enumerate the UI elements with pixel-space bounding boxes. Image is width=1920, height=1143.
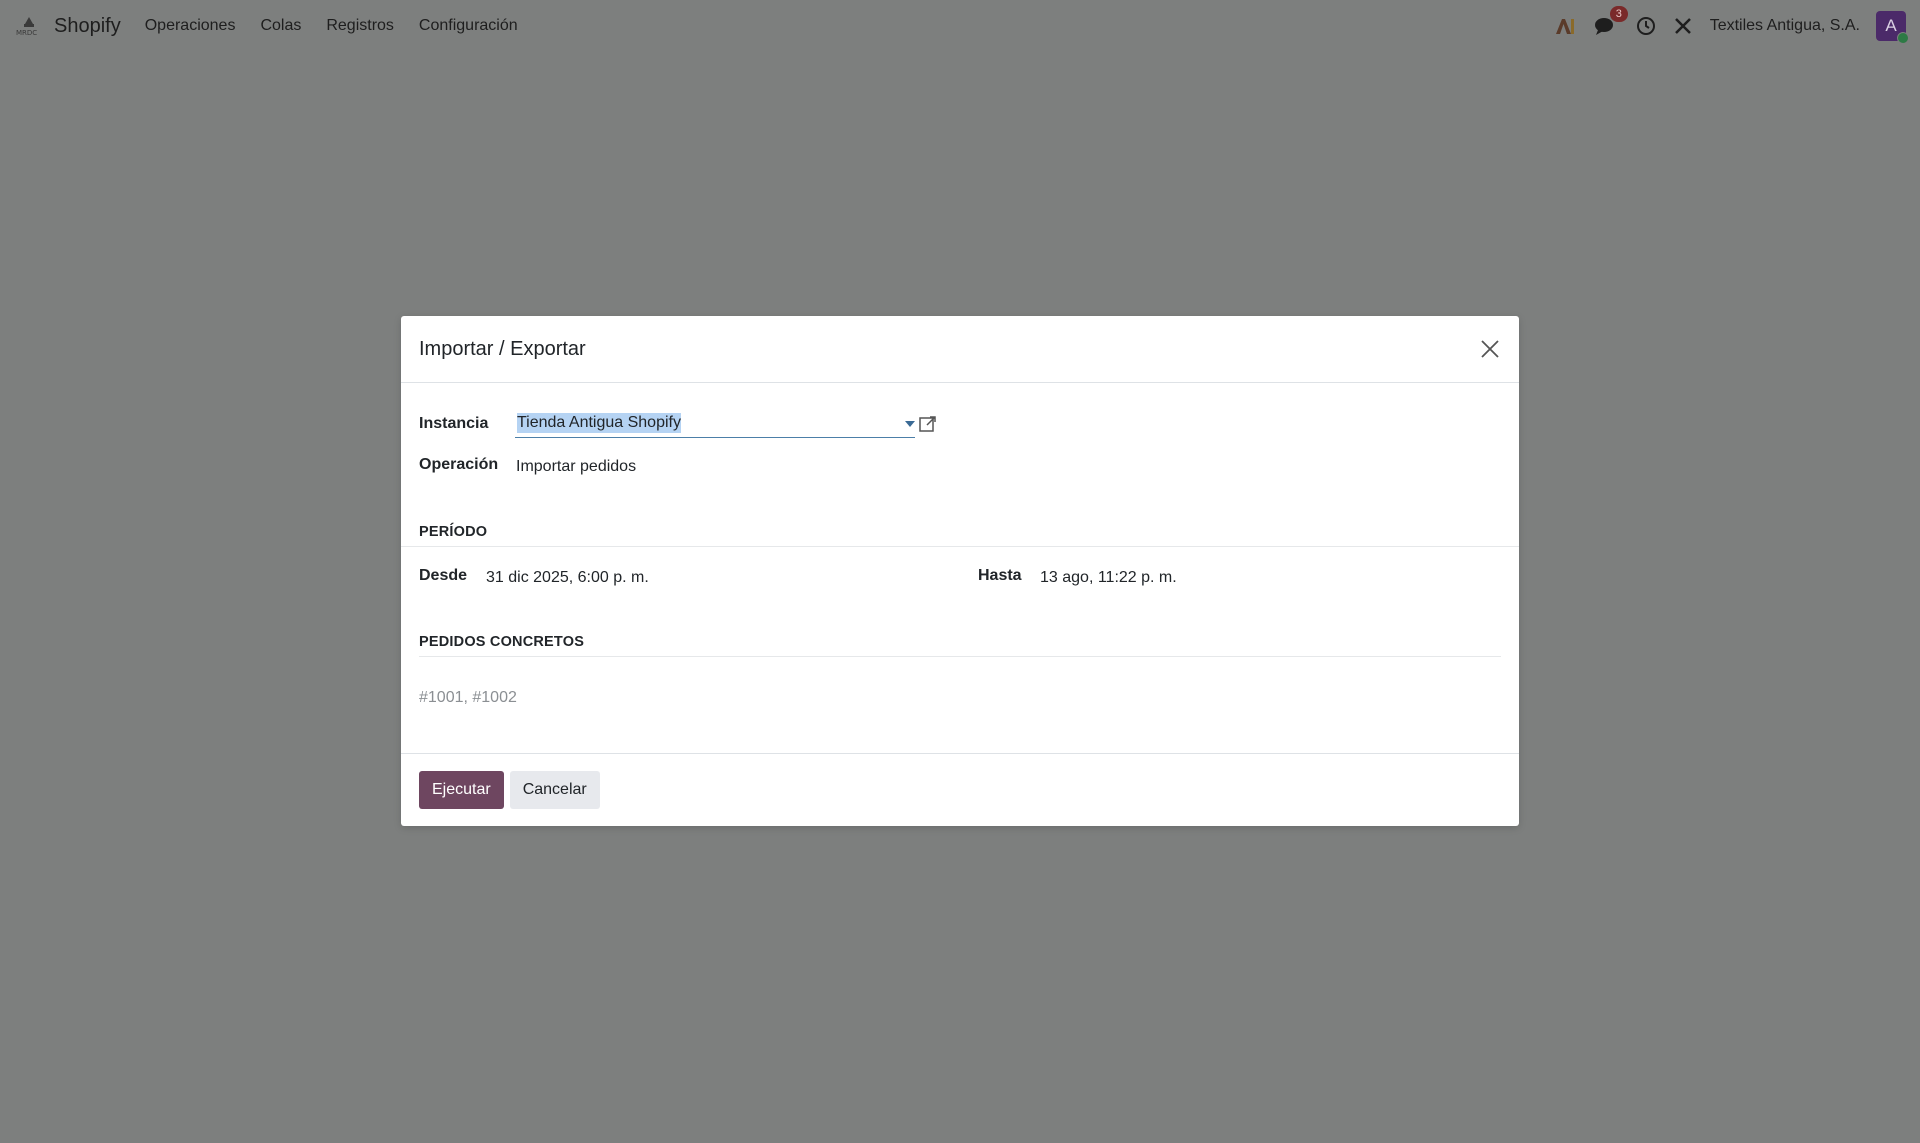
menu-registros[interactable]: Registros: [326, 17, 394, 35]
dialog-footer: Ejecutar Cancelar: [419, 771, 600, 809]
instance-select[interactable]: Tienda Antigua Shopify: [515, 411, 915, 438]
chat-badge: 3: [1609, 6, 1628, 22]
close-icon[interactable]: [1479, 338, 1501, 360]
run-button[interactable]: Ejecutar: [419, 771, 504, 809]
navbar-right: 3 Textiles Antigua, S.A. A: [1536, 6, 1909, 44]
import-export-dialog: Importar / Exportar Instancia Tienda Ant…: [401, 316, 1519, 826]
menu-configuracion[interactable]: Configuración: [419, 17, 518, 35]
cancel-button[interactable]: Cancelar: [509, 771, 600, 809]
instance-label: Instancia: [419, 415, 489, 432]
company-name[interactable]: Textiles Antigua, S.A.: [1710, 17, 1860, 35]
instance-value[interactable]: Tienda Antigua Shopify: [517, 413, 681, 433]
app-name[interactable]: Shopify: [54, 15, 121, 38]
tools-icon[interactable]: [1674, 17, 1692, 35]
orders-section-title: PEDIDOS CONCRETOS: [419, 634, 585, 650]
chevron-down-icon[interactable]: [905, 421, 915, 427]
from-date-field[interactable]: 31 dic 2025, 6:00 p. m.: [486, 569, 649, 587]
menu-colas[interactable]: Colas: [260, 17, 301, 35]
user-avatar[interactable]: A: [1876, 11, 1909, 44]
orders-input[interactable]: #1001, #1002: [419, 689, 517, 707]
dialog-header: Importar / Exportar: [401, 316, 1519, 383]
to-label: Hasta: [978, 567, 1022, 584]
period-divider: [401, 546, 1519, 547]
external-link-icon[interactable]: [918, 414, 938, 434]
from-label: Desde: [419, 567, 468, 584]
dialog-title: Importar / Exportar: [419, 337, 586, 360]
avatar-initial: A: [1885, 16, 1897, 35]
period-section-title: PERÍODO: [419, 524, 488, 540]
menu-operaciones[interactable]: Operaciones: [145, 17, 236, 35]
top-navbar: MRDC Shopify Operaciones Colas Registros…: [0, 0, 1920, 52]
svg-text:MRDC: MRDC: [16, 29, 37, 37]
clock-icon[interactable]: [1636, 16, 1656, 36]
ai-assistant-icon[interactable]: [1554, 16, 1576, 36]
operation-label: Operación: [419, 456, 499, 473]
operation-value: Importar pedidos: [516, 458, 637, 475]
dialog-body: Instancia Tienda Antigua Shopify Operaci…: [401, 383, 1519, 754]
orders-divider: [419, 656, 1501, 657]
to-date-field[interactable]: 13 ago, 11:22 p. m.: [1040, 569, 1177, 587]
chat-icon[interactable]: 3: [1594, 6, 1628, 36]
app-logo-icon[interactable]: MRDC: [14, 11, 44, 41]
online-status-dot: [1897, 32, 1909, 44]
